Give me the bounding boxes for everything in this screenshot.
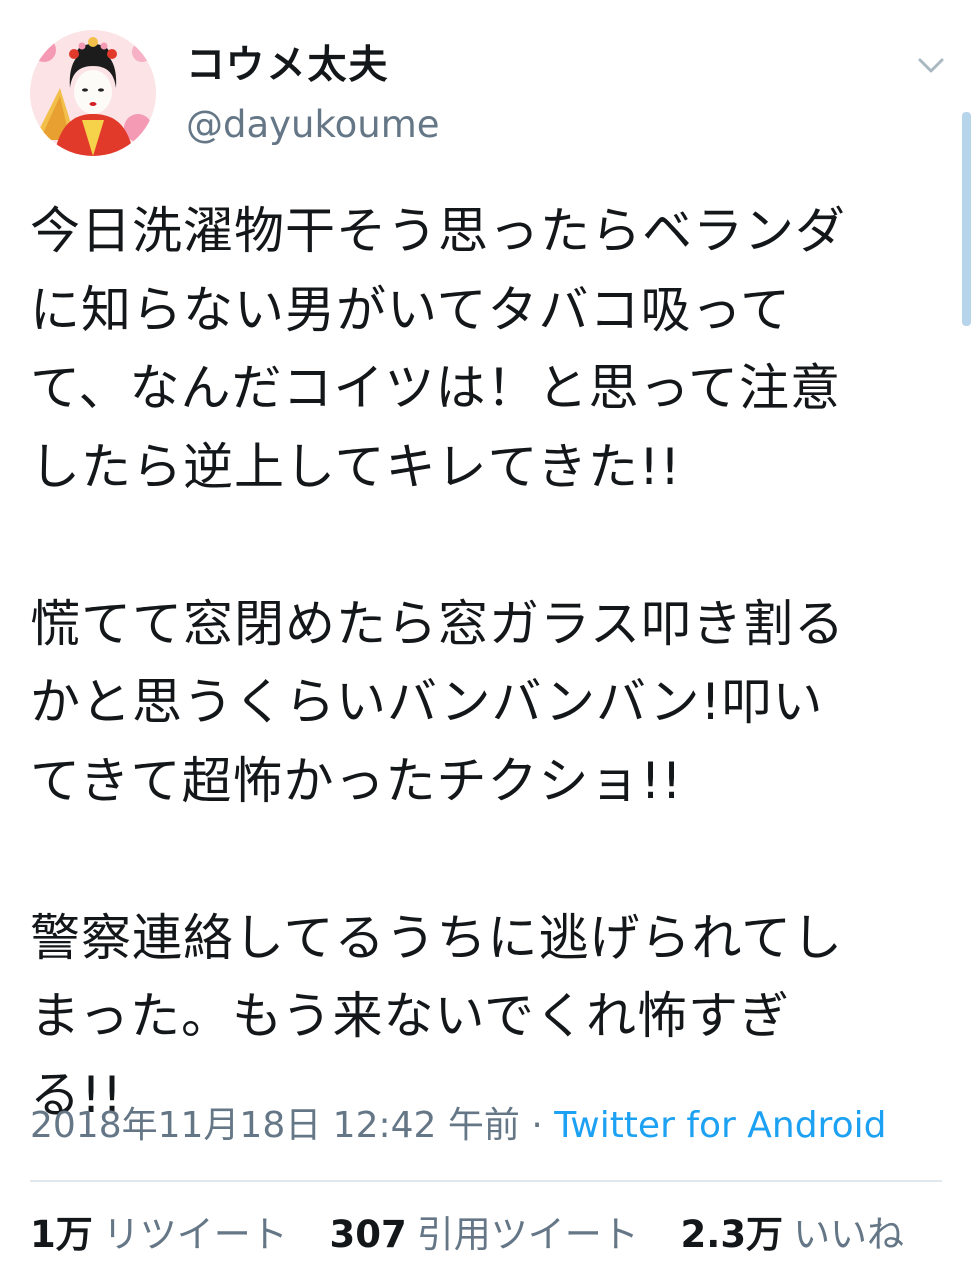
quotes-count: 307 bbox=[329, 1213, 407, 1256]
tweet-stats: 1万 リツイート 307 引用ツイート 2.3万 いいね bbox=[30, 1210, 934, 1260]
tweet-menu-button[interactable] bbox=[913, 50, 949, 80]
tweet-line: に知らない男がいてタバコ吸って bbox=[30, 280, 791, 339]
tweet-meta: 2018年11月18日 12:42 午前 · Twitter for Andro… bbox=[30, 1102, 886, 1150]
tweet-line: 慌てて窓閉めたら窓ガラス叩き割る bbox=[30, 594, 845, 653]
tweet-line: 今日洗濯物干そう思ったらベランダ bbox=[30, 202, 846, 260]
tweet-paragraph: 今日洗濯物干そう思ったらベランダ に知らない男がいてタバコ吸って て、なんだコイ… bbox=[30, 192, 950, 506]
tweet-text: 今日洗濯物干そう思ったらベランダ に知らない男がいてタバコ吸って て、なんだコイ… bbox=[30, 192, 950, 1134]
display-name[interactable]: コウメ太夫 bbox=[186, 40, 389, 92]
tweet-line: かと思うくらいバンバンバン!叩い bbox=[30, 673, 824, 731]
user-handle[interactable]: @dayukoume bbox=[186, 100, 440, 150]
tweet-line: 警察連絡してるうちに逃げられてし bbox=[30, 908, 843, 967]
retweets-count: 1万 bbox=[30, 1213, 93, 1256]
tweet-line: まった。もう来ないでくれ怖すぎ bbox=[30, 987, 790, 1045]
tweet-detail: コウメ太夫 @dayukoume 今日洗濯物干そう思ったらベランダ に知らない男… bbox=[0, 0, 971, 1280]
quotes-label: 引用ツイート bbox=[416, 1213, 639, 1256]
tweet-line: したら逆上してキレてきた!! bbox=[30, 437, 682, 496]
likes-stat[interactable]: 2.3万 いいね bbox=[681, 1213, 905, 1256]
tweet-paragraph: 警察連絡してるうちに逃げられてし まった。もう来ないでくれ怖すぎ る!! bbox=[30, 899, 950, 1135]
tweet-line: て、なんだコイツは！と思って注意 bbox=[30, 359, 841, 417]
tweet-paragraph: 慌てて窓閉めたら窓ガラス叩き割る かと思うくらいバンバンバン!叩い てきて超怖か… bbox=[30, 585, 950, 821]
retweets-label: リツイート bbox=[102, 1213, 288, 1256]
avatar[interactable] bbox=[30, 30, 156, 156]
likes-count: 2.3万 bbox=[680, 1213, 784, 1256]
user-avatar-icon bbox=[30, 30, 156, 156]
scrollbar[interactable] bbox=[962, 112, 971, 326]
tweet-timestamp[interactable]: 2018年11月18日 12:42 午前 bbox=[30, 1105, 520, 1146]
likes-label: いいね bbox=[793, 1213, 905, 1256]
retweets-stat[interactable]: 1万 リツイート bbox=[30, 1213, 288, 1256]
meta-separator: · bbox=[519, 1105, 555, 1146]
divider bbox=[30, 1180, 942, 1182]
tweet-line: てきて超怖かったチクショ!! bbox=[30, 751, 683, 810]
tweet-source-link[interactable]: Twitter for Android bbox=[554, 1105, 886, 1146]
chevron-down-icon bbox=[918, 58, 944, 73]
quotes-stat[interactable]: 307 引用ツイート bbox=[330, 1213, 639, 1256]
